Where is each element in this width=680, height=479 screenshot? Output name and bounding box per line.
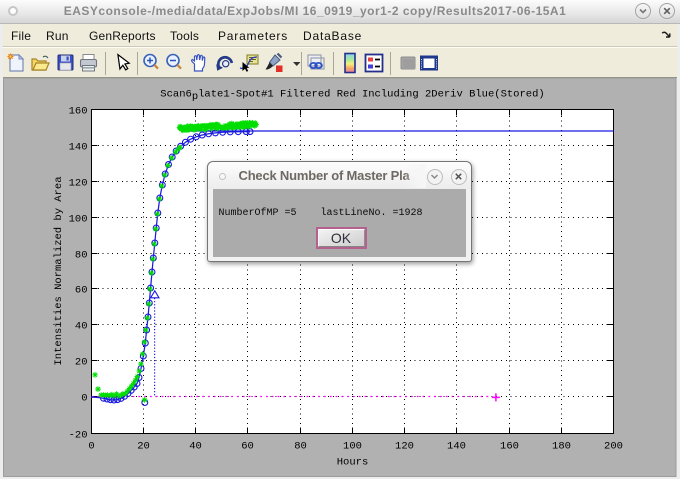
svg-text:120: 120: [69, 177, 88, 189]
svg-text:160: 160: [500, 441, 519, 453]
svg-text:40: 40: [75, 320, 88, 332]
svg-text:40: 40: [189, 441, 202, 453]
svg-text:180: 180: [552, 441, 571, 453]
svg-text:100: 100: [69, 213, 88, 225]
svg-text:80: 80: [75, 249, 88, 261]
svg-text:160: 160: [69, 105, 88, 117]
svg-text:140: 140: [69, 141, 88, 153]
svg-text:0: 0: [81, 392, 87, 404]
svg-text:0: 0: [88, 441, 94, 453]
svg-text:Intensities Normalized by Area: Intensities Normalized by Area: [53, 176, 65, 365]
svg-text:100: 100: [343, 441, 362, 453]
svg-text:120: 120: [395, 441, 414, 453]
svg-text:60: 60: [241, 441, 254, 453]
svg-text:140: 140: [447, 441, 466, 453]
svg-text:Hours: Hours: [337, 457, 369, 469]
svg-text:20: 20: [137, 441, 150, 453]
svg-text:80: 80: [294, 441, 307, 453]
svg-text:200: 200: [604, 441, 623, 453]
svg-text:-20: -20: [69, 429, 88, 441]
svg-text:20: 20: [75, 356, 88, 368]
svg-text:60: 60: [75, 284, 88, 296]
